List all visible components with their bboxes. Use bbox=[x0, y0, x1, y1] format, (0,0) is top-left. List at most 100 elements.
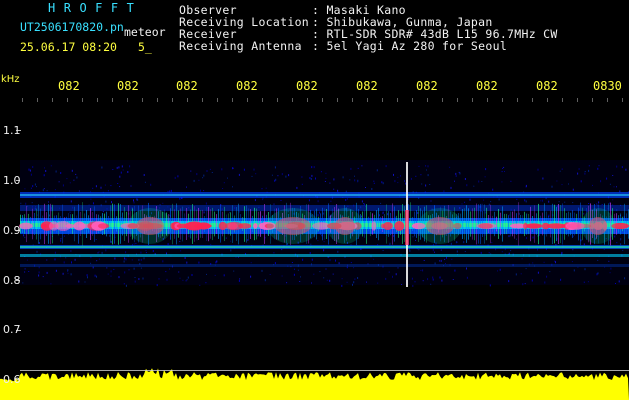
noise-speckle bbox=[584, 171, 586, 172]
signal-streak bbox=[504, 213, 505, 235]
noise-speckle bbox=[86, 274, 88, 277]
hot-spot bbox=[73, 221, 86, 231]
noise-speckle bbox=[309, 252, 311, 254]
noise-speckle bbox=[429, 184, 431, 185]
noise-speckle bbox=[454, 180, 455, 182]
hot-spot bbox=[19, 222, 33, 230]
noise-speckle bbox=[459, 172, 461, 175]
noise-speckle bbox=[578, 168, 580, 170]
noise-speckle bbox=[497, 270, 498, 272]
file-name: UT2506170820.pn bbox=[20, 20, 124, 34]
noise-speckle bbox=[606, 177, 608, 180]
noise-speckle bbox=[613, 186, 615, 188]
minor-tick bbox=[412, 98, 413, 102]
noise-speckle bbox=[377, 282, 379, 284]
minor-tick bbox=[517, 98, 518, 102]
noise-speckle bbox=[90, 262, 92, 264]
minor-tick bbox=[82, 98, 83, 102]
noise-speckle bbox=[186, 279, 188, 281]
noise-speckle bbox=[315, 177, 316, 180]
noise-speckle bbox=[521, 258, 523, 260]
noise-speckle bbox=[273, 203, 275, 205]
noise-speckle bbox=[522, 283, 524, 286]
noise-speckle bbox=[225, 237, 227, 239]
noise-speckle bbox=[425, 165, 427, 167]
noise-speckle bbox=[127, 171, 129, 173]
noise-speckle bbox=[446, 256, 447, 259]
noise-speckle bbox=[341, 278, 343, 280]
minor-tick bbox=[22, 98, 23, 102]
minor-tick bbox=[502, 98, 503, 102]
noise-speckle bbox=[186, 186, 187, 188]
noise-speckle bbox=[199, 284, 201, 286]
noise-speckle bbox=[532, 262, 534, 264]
minor-tick bbox=[352, 98, 353, 102]
noise-speckle bbox=[393, 173, 394, 176]
noise-speckle bbox=[353, 281, 355, 284]
noise-speckle bbox=[412, 236, 414, 238]
minor-tick bbox=[607, 98, 608, 102]
noise-speckle bbox=[138, 278, 140, 280]
noise-speckle bbox=[515, 273, 517, 276]
noise-speckle bbox=[214, 274, 216, 276]
noise-speckle bbox=[69, 182, 71, 184]
noise-speckle bbox=[179, 277, 181, 279]
noise-speckle bbox=[469, 198, 471, 201]
noise-speckle bbox=[308, 199, 310, 202]
noise-speckle bbox=[501, 251, 503, 253]
noise-speckle bbox=[524, 199, 526, 202]
noise-speckle bbox=[274, 166, 276, 169]
signal-streak bbox=[510, 211, 511, 237]
noise-speckle bbox=[78, 190, 80, 192]
noise-speckle bbox=[311, 282, 312, 284]
signal-streak bbox=[500, 212, 501, 236]
noise-speckle bbox=[274, 179, 276, 182]
noise-speckle bbox=[130, 185, 132, 187]
noise-speckle bbox=[42, 189, 44, 192]
noise-speckle bbox=[341, 284, 343, 287]
signal-streak bbox=[214, 211, 215, 237]
noise-speckle bbox=[110, 185, 112, 187]
noise-speckle bbox=[588, 165, 590, 167]
noise-speckle bbox=[110, 275, 112, 277]
noise-speckle bbox=[198, 179, 200, 181]
signal-streak bbox=[462, 209, 463, 239]
signal-cluster-halo bbox=[327, 208, 363, 244]
noise-speckle bbox=[330, 200, 332, 202]
noise-speckle bbox=[200, 189, 201, 192]
noise-speckle bbox=[439, 260, 440, 262]
signal-streak bbox=[216, 214, 217, 234]
freq-tick: 0.9 bbox=[3, 224, 21, 237]
noise-speckle bbox=[466, 267, 467, 270]
noise-speckle bbox=[510, 180, 512, 182]
noise-speckle bbox=[71, 169, 73, 172]
noise-speckle bbox=[572, 188, 574, 191]
noise-speckle bbox=[484, 176, 486, 178]
noise-speckle bbox=[323, 241, 325, 243]
noise-speckle bbox=[612, 175, 614, 176]
noise-speckle bbox=[42, 276, 44, 278]
noise-speckle bbox=[138, 258, 140, 261]
noise-speckle bbox=[410, 177, 412, 180]
freq-tick: 0.7 bbox=[3, 323, 21, 336]
noise-speckle bbox=[352, 283, 353, 286]
time-tick: 082 bbox=[416, 79, 438, 93]
minor-tick bbox=[592, 98, 593, 102]
noise-speckle bbox=[323, 277, 325, 279]
noise-speckle bbox=[401, 284, 403, 285]
noise-speckle bbox=[238, 173, 240, 176]
noise-speckle bbox=[123, 283, 125, 285]
noise-speckle bbox=[492, 188, 494, 191]
noise-speckle bbox=[44, 167, 45, 169]
signal-streak bbox=[368, 216, 369, 232]
minor-tick bbox=[382, 98, 383, 102]
noise-speckle bbox=[571, 261, 573, 263]
noise-speckle bbox=[92, 187, 94, 189]
noise-speckle bbox=[75, 173, 77, 175]
noise-speckle bbox=[78, 280, 80, 283]
noise-speckle bbox=[30, 173, 32, 176]
noise-speckle bbox=[133, 199, 134, 202]
freq-tick: 0.8 bbox=[3, 274, 21, 287]
noise-speckle bbox=[430, 283, 432, 285]
noise-speckle bbox=[323, 249, 325, 252]
